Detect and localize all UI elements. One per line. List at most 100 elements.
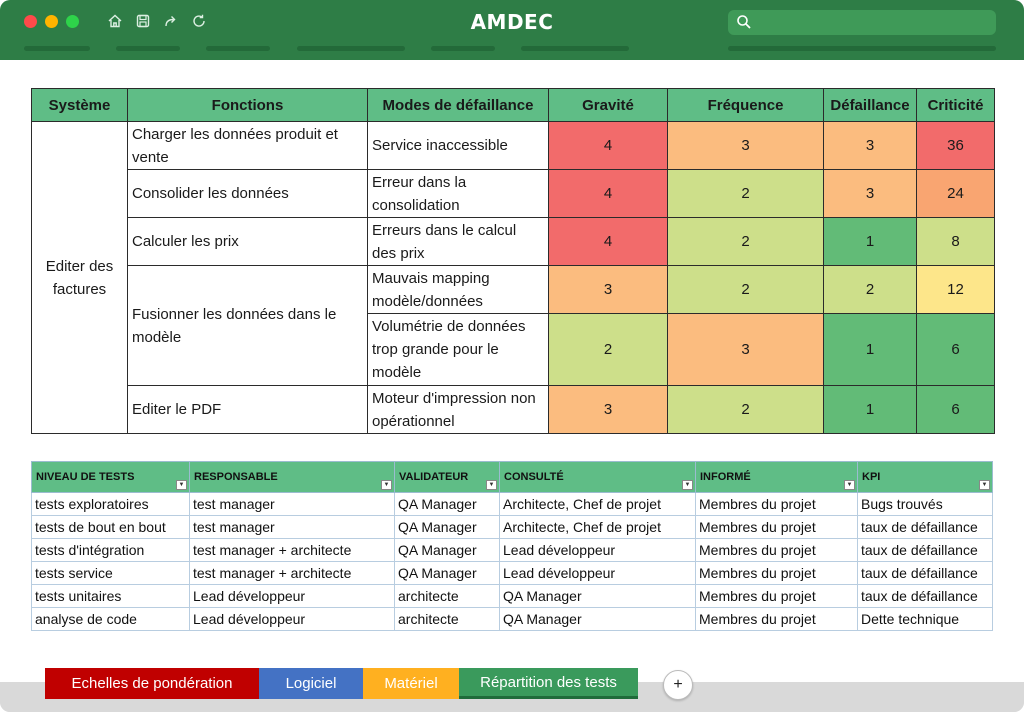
function-cell[interactable]: Consolider les données — [127, 169, 368, 218]
filter-dropdown-icon[interactable]: ▼ — [979, 480, 990, 490]
filter-dropdown-icon[interactable]: ▼ — [381, 480, 392, 490]
search-input[interactable] — [728, 10, 996, 35]
criticite-cell[interactable]: 8 — [916, 217, 995, 266]
header-consulte[interactable]: CONSULTÉ ▼ — [499, 461, 696, 493]
cell-informe[interactable]: Membres du projet — [695, 584, 858, 608]
mode-cell[interactable]: Mauvais mapping modèle/données — [367, 265, 549, 314]
cell-consulte[interactable]: QA Manager — [499, 607, 696, 631]
system-cell[interactable]: Editer des factures — [31, 121, 128, 434]
cell-validateur[interactable]: architecte — [394, 607, 500, 631]
home-icon[interactable] — [106, 12, 124, 30]
cell-responsable[interactable]: test manager + architecte — [189, 561, 395, 585]
cell-consulte[interactable]: Lead développeur — [499, 561, 696, 585]
cell-validateur[interactable]: architecte — [394, 584, 500, 608]
frequence-cell[interactable]: 2 — [667, 217, 824, 266]
header-niveau[interactable]: NIVEAU DE TESTS ▼ — [31, 461, 190, 493]
mode-cell[interactable]: Service inaccessible — [367, 121, 549, 170]
function-cell[interactable]: Calculer les prix — [127, 217, 368, 266]
cell-consulte[interactable]: Lead développeur — [499, 538, 696, 562]
cell-informe[interactable]: Membres du projet — [695, 515, 858, 539]
header-fonctions[interactable]: Fonctions — [127, 88, 368, 122]
add-sheet-button[interactable]: + — [663, 670, 693, 700]
tab-materiel[interactable]: Matériel — [363, 668, 459, 699]
cell-niveau[interactable]: tests unitaires — [31, 584, 190, 608]
close-window-button[interactable] — [24, 15, 37, 28]
header-responsable[interactable]: RESPONSABLE ▼ — [189, 461, 395, 493]
maximize-window-button[interactable] — [66, 15, 79, 28]
header-criticite[interactable]: Criticité — [916, 88, 995, 122]
header-frequence[interactable]: Fréquence — [667, 88, 824, 122]
frequence-cell[interactable]: 3 — [667, 313, 824, 386]
gravite-cell[interactable]: 4 — [548, 121, 668, 170]
filter-dropdown-icon[interactable]: ▼ — [844, 480, 855, 490]
header-defaillance[interactable]: Défaillance — [823, 88, 917, 122]
cell-responsable[interactable]: test manager — [189, 492, 395, 516]
header-kpi[interactable]: KPI ▼ — [857, 461, 993, 493]
cell-niveau[interactable]: tests exploratoires — [31, 492, 190, 516]
cell-niveau[interactable]: tests de bout en bout — [31, 515, 190, 539]
cell-informe[interactable]: Membres du projet — [695, 607, 858, 631]
header-modes[interactable]: Modes de défaillance — [367, 88, 549, 122]
share-icon[interactable] — [162, 12, 180, 30]
tab-logiciel[interactable]: Logiciel — [259, 668, 363, 699]
cell-validateur[interactable]: QA Manager — [394, 561, 500, 585]
cell-niveau[interactable]: analyse de code — [31, 607, 190, 631]
filter-dropdown-icon[interactable]: ▼ — [682, 480, 693, 490]
cell-responsable[interactable]: test manager — [189, 515, 395, 539]
filter-dropdown-icon[interactable]: ▼ — [176, 480, 187, 490]
cell-kpi[interactable]: Bugs trouvés — [857, 492, 993, 516]
header-gravite[interactable]: Gravité — [548, 88, 668, 122]
defaillance-cell[interactable]: 1 — [823, 217, 917, 266]
gravite-cell[interactable]: 3 — [548, 385, 668, 434]
minimize-window-button[interactable] — [45, 15, 58, 28]
criticite-cell[interactable]: 6 — [916, 313, 995, 386]
gravite-cell[interactable]: 2 — [548, 313, 668, 386]
header-validateur[interactable]: VALIDATEUR ▼ — [394, 461, 500, 493]
criticite-cell[interactable]: 36 — [916, 121, 995, 170]
cell-responsable[interactable]: Lead développeur — [189, 584, 395, 608]
defaillance-cell[interactable]: 2 — [823, 265, 917, 314]
cell-consulte[interactable]: QA Manager — [499, 584, 696, 608]
defaillance-cell[interactable]: 1 — [823, 313, 917, 386]
cell-informe[interactable]: Membres du projet — [695, 492, 858, 516]
header-systeme[interactable]: Système — [31, 88, 128, 122]
gravite-cell[interactable]: 3 — [548, 265, 668, 314]
refresh-icon[interactable] — [190, 12, 208, 30]
cell-consulte[interactable]: Architecte, Chef de projet — [499, 492, 696, 516]
function-cell[interactable]: Charger les données produit et vente — [127, 121, 368, 170]
cell-kpi[interactable]: taux de défaillance — [857, 561, 993, 585]
cell-informe[interactable]: Membres du projet — [695, 538, 858, 562]
cell-validateur[interactable]: QA Manager — [394, 515, 500, 539]
cell-kpi[interactable]: Dette technique — [857, 607, 993, 631]
cell-informe[interactable]: Membres du projet — [695, 561, 858, 585]
frequence-cell[interactable]: 2 — [667, 385, 824, 434]
frequence-cell[interactable]: 2 — [667, 169, 824, 218]
mode-cell[interactable]: Erreurs dans le calcul des prix — [367, 217, 549, 266]
tab-repartition-des-tests[interactable]: Répartition des tests — [459, 668, 638, 699]
filter-dropdown-icon[interactable]: ▼ — [486, 480, 497, 490]
cell-kpi[interactable]: taux de défaillance — [857, 538, 993, 562]
cell-kpi[interactable]: taux de défaillance — [857, 584, 993, 608]
frequence-cell[interactable]: 3 — [667, 121, 824, 170]
gravite-cell[interactable]: 4 — [548, 169, 668, 218]
cell-validateur[interactable]: QA Manager — [394, 538, 500, 562]
tab-echelles-de-ponderation[interactable]: Echelles de pondération — [45, 668, 259, 699]
defaillance-cell[interactable]: 1 — [823, 385, 917, 434]
cell-responsable[interactable]: test manager + architecte — [189, 538, 395, 562]
cell-responsable[interactable]: Lead développeur — [189, 607, 395, 631]
defaillance-cell[interactable]: 3 — [823, 121, 917, 170]
header-informe[interactable]: INFORMÉ ▼ — [695, 461, 858, 493]
criticite-cell[interactable]: 12 — [916, 265, 995, 314]
function-cell[interactable]: Fusionner les données dans le modèle — [127, 265, 368, 386]
cell-validateur[interactable]: QA Manager — [394, 492, 500, 516]
cell-niveau[interactable]: tests service — [31, 561, 190, 585]
mode-cell[interactable]: Moteur d'impression non opérationnel — [367, 385, 549, 434]
function-cell[interactable]: Editer le PDF — [127, 385, 368, 434]
cell-kpi[interactable]: taux de défaillance — [857, 515, 993, 539]
frequence-cell[interactable]: 2 — [667, 265, 824, 314]
gravite-cell[interactable]: 4 — [548, 217, 668, 266]
mode-cell[interactable]: Erreur dans la consolidation — [367, 169, 549, 218]
cell-consulte[interactable]: Architecte, Chef de projet — [499, 515, 696, 539]
mode-cell[interactable]: Volumétrie de données trop grande pour l… — [367, 313, 549, 386]
criticite-cell[interactable]: 24 — [916, 169, 995, 218]
